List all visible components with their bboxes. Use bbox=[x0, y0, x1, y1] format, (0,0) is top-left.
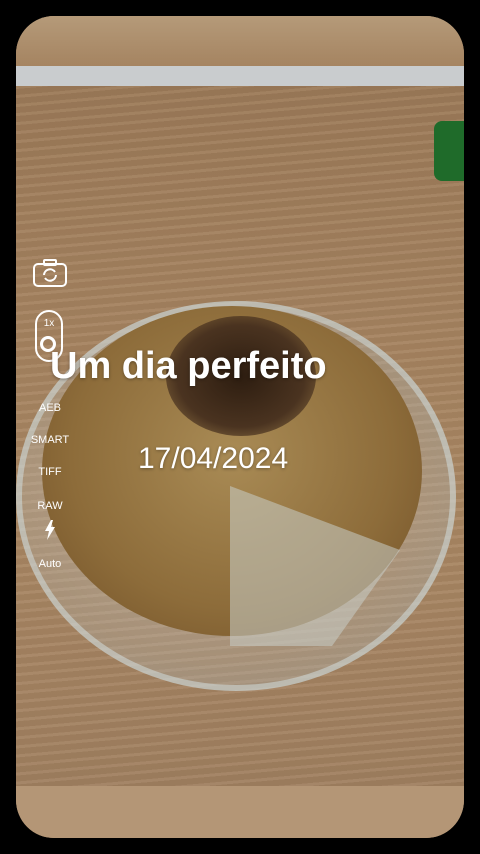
viewfinder-bottom-area bbox=[16, 786, 464, 838]
overlay-date: 17/04/2024 bbox=[138, 442, 289, 475]
wall-strip bbox=[16, 66, 464, 86]
flash-mode-label[interactable]: Auto bbox=[20, 558, 80, 570]
overlay-title: Um dia perfeito bbox=[50, 345, 327, 387]
mode-smart[interactable]: SMART bbox=[20, 434, 80, 446]
switch-camera-icon[interactable] bbox=[32, 258, 68, 288]
flash-icon[interactable] bbox=[44, 520, 56, 540]
green-object bbox=[434, 121, 464, 181]
mode-tiff[interactable]: TIFF bbox=[20, 466, 80, 478]
camera-viewfinder bbox=[16, 16, 464, 838]
viewfinder-top-area bbox=[16, 16, 464, 66]
mode-raw[interactable]: RAW bbox=[20, 500, 80, 512]
zoom-label: 1x bbox=[43, 318, 55, 329]
mode-aeb[interactable]: AEB bbox=[20, 402, 80, 414]
